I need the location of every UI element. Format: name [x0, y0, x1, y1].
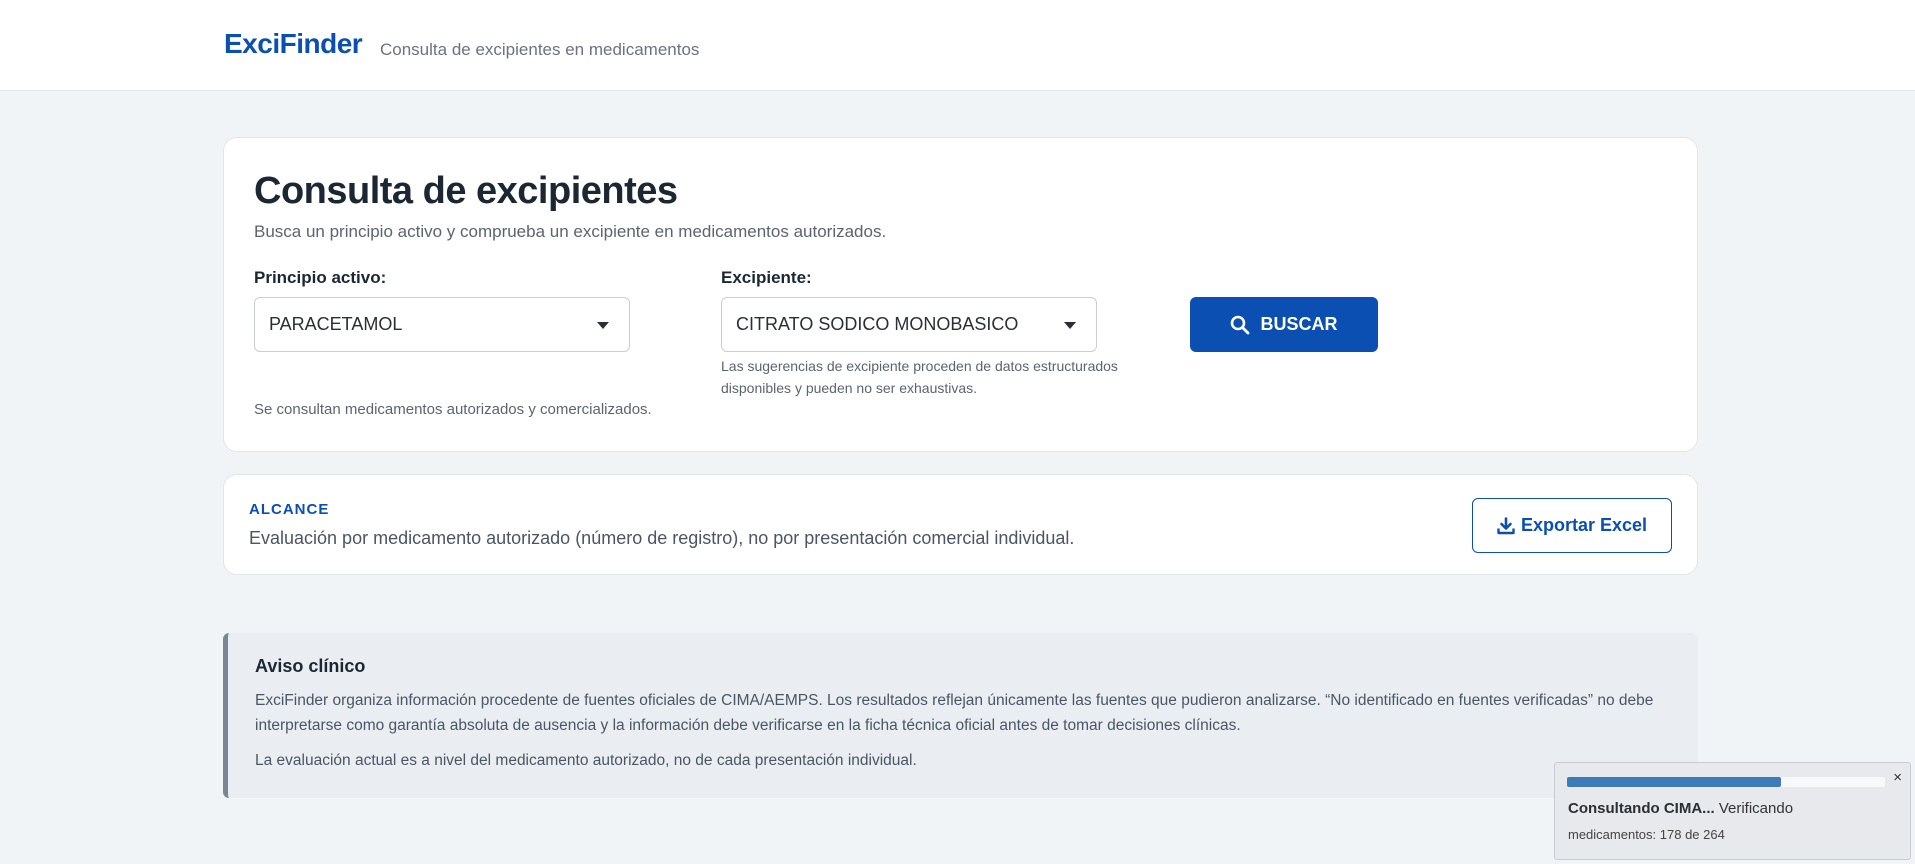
clinical-notice-paragraph: ExciFinder organiza información proceden… [255, 692, 1654, 734]
toast-status-rest: Verificando [1718, 800, 1794, 817]
search-icon [1231, 315, 1250, 334]
scope-kicker: ALCANCE [249, 501, 330, 518]
scope-card: ALCANCE Evaluación por medicamento autor… [223, 474, 1698, 575]
clinical-notice-paragraph: La evaluación actual es a nivel del medi… [255, 752, 917, 769]
progress-bar-fill [1567, 777, 1782, 787]
excipient-label: Excipiente: [721, 268, 812, 287]
progress-toast: × Consultando CIMA... Verificando medica… [1554, 762, 1911, 860]
download-icon [1497, 516, 1515, 534]
top-bar: ExciFinder Consulta de excipientes en me… [0, 0, 1915, 91]
clinical-notice: Aviso clínico ExciFinder organiza inform… [223, 633, 1698, 798]
active-ingredient-value: PARACETAMOL [269, 314, 403, 334]
excipient-select[interactable]: CITRATO SODICO MONOBASICO [721, 297, 1097, 352]
excipient-hint: Las sugerencias de excipiente proceden d… [721, 358, 1118, 396]
toast-status: Consultando CIMA... Verificando [1568, 800, 1793, 817]
export-excel-label: Exportar Excel [1520, 515, 1648, 535]
search-button-label: BUSCAR [1260, 314, 1338, 334]
brand-logo[interactable]: ExciFinder [224, 28, 363, 60]
page-title: Consulta de excipientes [254, 170, 678, 212]
search-scope-note: Se consultan medicamentos autorizados y … [254, 401, 652, 418]
scope-text: Evaluación por medicamento autorizado (n… [249, 528, 1075, 548]
excipient-value: CITRATO SODICO MONOBASICO [736, 314, 1019, 334]
active-ingredient-select[interactable]: PARACETAMOL [254, 297, 630, 352]
search-card: Consulta de excipientes Busca un princip… [223, 137, 1698, 452]
caret-down-icon [597, 322, 609, 329]
search-button[interactable]: BUSCAR [1190, 297, 1378, 352]
progress-bar [1567, 777, 1885, 787]
toast-progress-text: medicamentos: 178 de 264 [1568, 827, 1725, 842]
active-ingredient-label: Principio activo: [254, 268, 387, 287]
caret-down-icon [1064, 322, 1076, 329]
page-subtitle: Busca un principio activo y comprueba un… [254, 222, 887, 241]
clinical-notice-title: Aviso clínico [255, 656, 366, 676]
close-icon[interactable]: × [1893, 769, 1902, 786]
brand-tagline: Consulta de excipientes en medicamentos [380, 40, 700, 59]
toast-status-bold: Consultando CIMA... [1568, 800, 1715, 817]
export-excel-button[interactable]: Exportar Excel [1472, 498, 1672, 553]
